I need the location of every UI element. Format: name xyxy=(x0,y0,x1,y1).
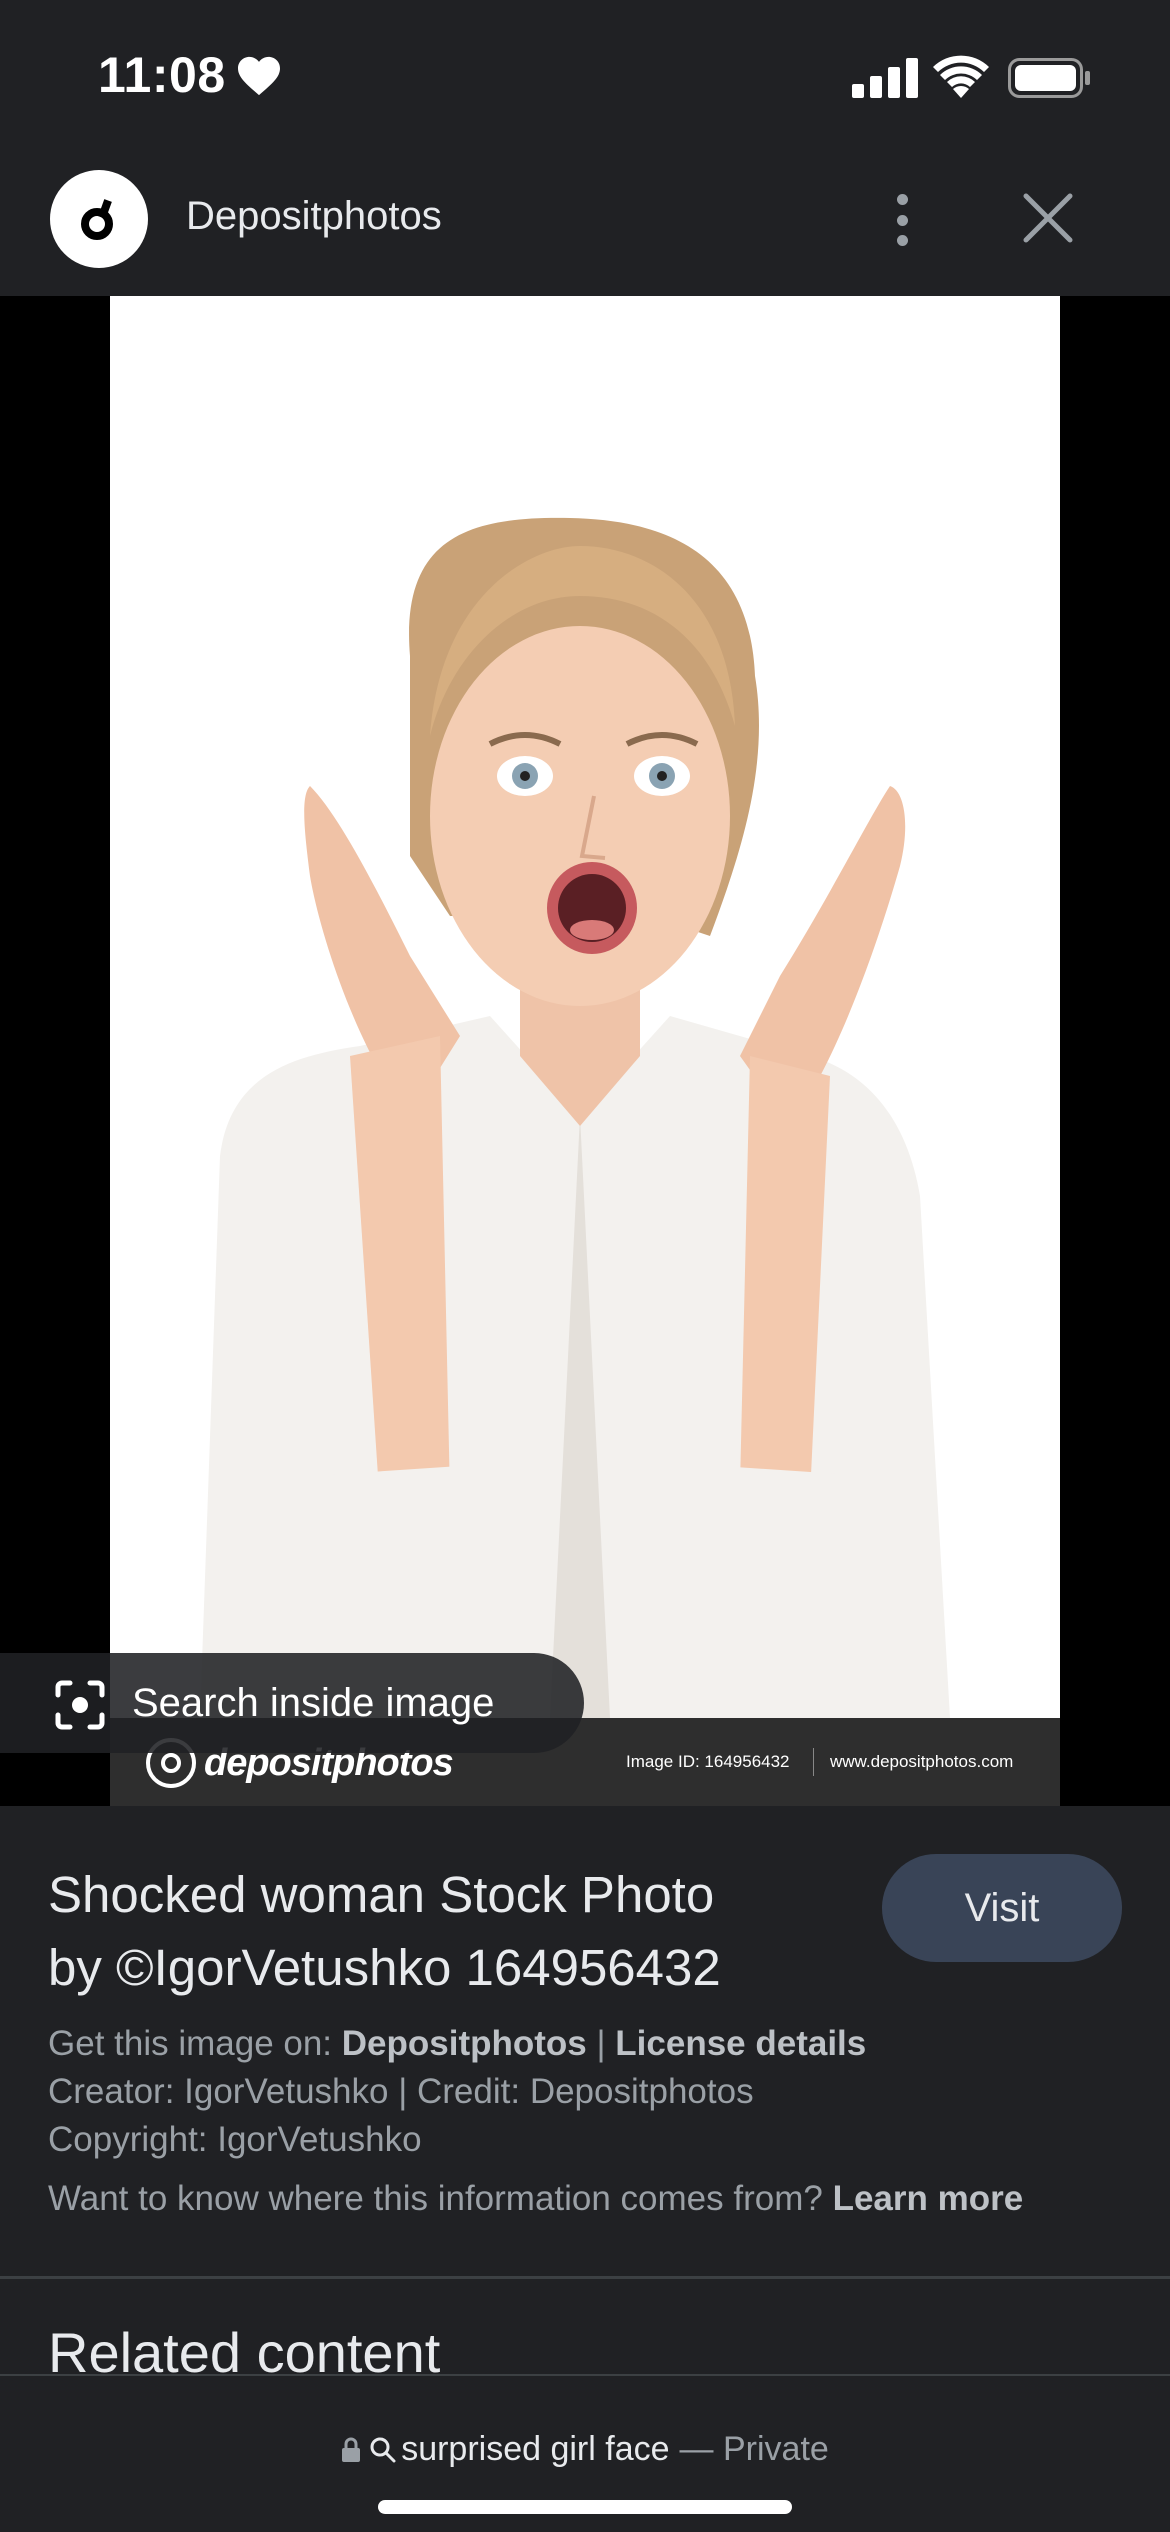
battery-icon xyxy=(1008,58,1090,98)
source-link[interactable]: Depositphotos xyxy=(342,2024,587,2063)
home-indicator[interactable] xyxy=(378,2500,792,2514)
wifi-icon xyxy=(933,55,989,98)
viewer-header: Depositphotos xyxy=(0,150,1170,296)
site-logo[interactable] xyxy=(50,170,148,268)
info-source-line: Want to know where this information come… xyxy=(48,2179,1024,2218)
copyright-line: Copyright: IgorVetushko xyxy=(48,2120,422,2159)
image-viewer[interactable]: depositphotos Image ID: 164956432 www.de… xyxy=(0,296,1170,1806)
close-button[interactable] xyxy=(1020,188,1076,248)
creator-credit-line: Creator: IgorVetushko | Credit: Depositp… xyxy=(48,2072,754,2111)
search-inside-image-label: Search inside image xyxy=(132,1681,495,1725)
search-inside-image-button[interactable]: Search inside image xyxy=(0,1653,584,1753)
cellular-signal-icon xyxy=(852,58,918,98)
image-title[interactable]: Shocked woman Stock Photo by ©IgorVetush… xyxy=(48,1858,848,2004)
depositphotos-logo-icon xyxy=(81,199,113,240)
watermark-image-id: Image ID: 164956432 xyxy=(626,1752,790,1771)
private-label: — Private xyxy=(679,2430,829,2468)
learn-more-link[interactable]: Learn more xyxy=(833,2179,1024,2218)
lock-icon xyxy=(342,2437,361,2462)
photo-illustration xyxy=(200,517,950,1718)
section-divider xyxy=(0,2276,1170,2279)
more-options-button[interactable] xyxy=(880,188,924,252)
browser-address-bar[interactable]: surprised girl face — Private xyxy=(0,2374,1170,2532)
watermark-url: www.depositphotos.com xyxy=(830,1752,1014,1771)
site-name[interactable]: Depositphotos xyxy=(186,194,442,239)
visit-button[interactable]: Visit xyxy=(882,1854,1122,1962)
search-query: surprised girl face xyxy=(401,2430,670,2468)
license-details-link[interactable]: License details xyxy=(615,2024,866,2063)
stock-photo[interactable]: depositphotos Image ID: 164956432 www.de… xyxy=(110,296,1060,1806)
google-lens-icon xyxy=(55,1680,105,1730)
status-bar: 11:08 xyxy=(0,0,1170,150)
search-icon xyxy=(370,2437,396,2462)
address-bar-row[interactable]: surprised girl face — Private xyxy=(0,2430,1170,2469)
image-info-panel: Shocked woman Stock Photo by ©IgorVetush… xyxy=(0,1806,1170,2276)
more-vert-icon xyxy=(896,194,908,205)
heart-icon xyxy=(238,56,280,96)
watermark-divider xyxy=(813,1748,814,1776)
get-image-line: Get this image on: Depositphotos | Licen… xyxy=(48,2024,867,2063)
status-time: 11:08 xyxy=(98,47,226,103)
